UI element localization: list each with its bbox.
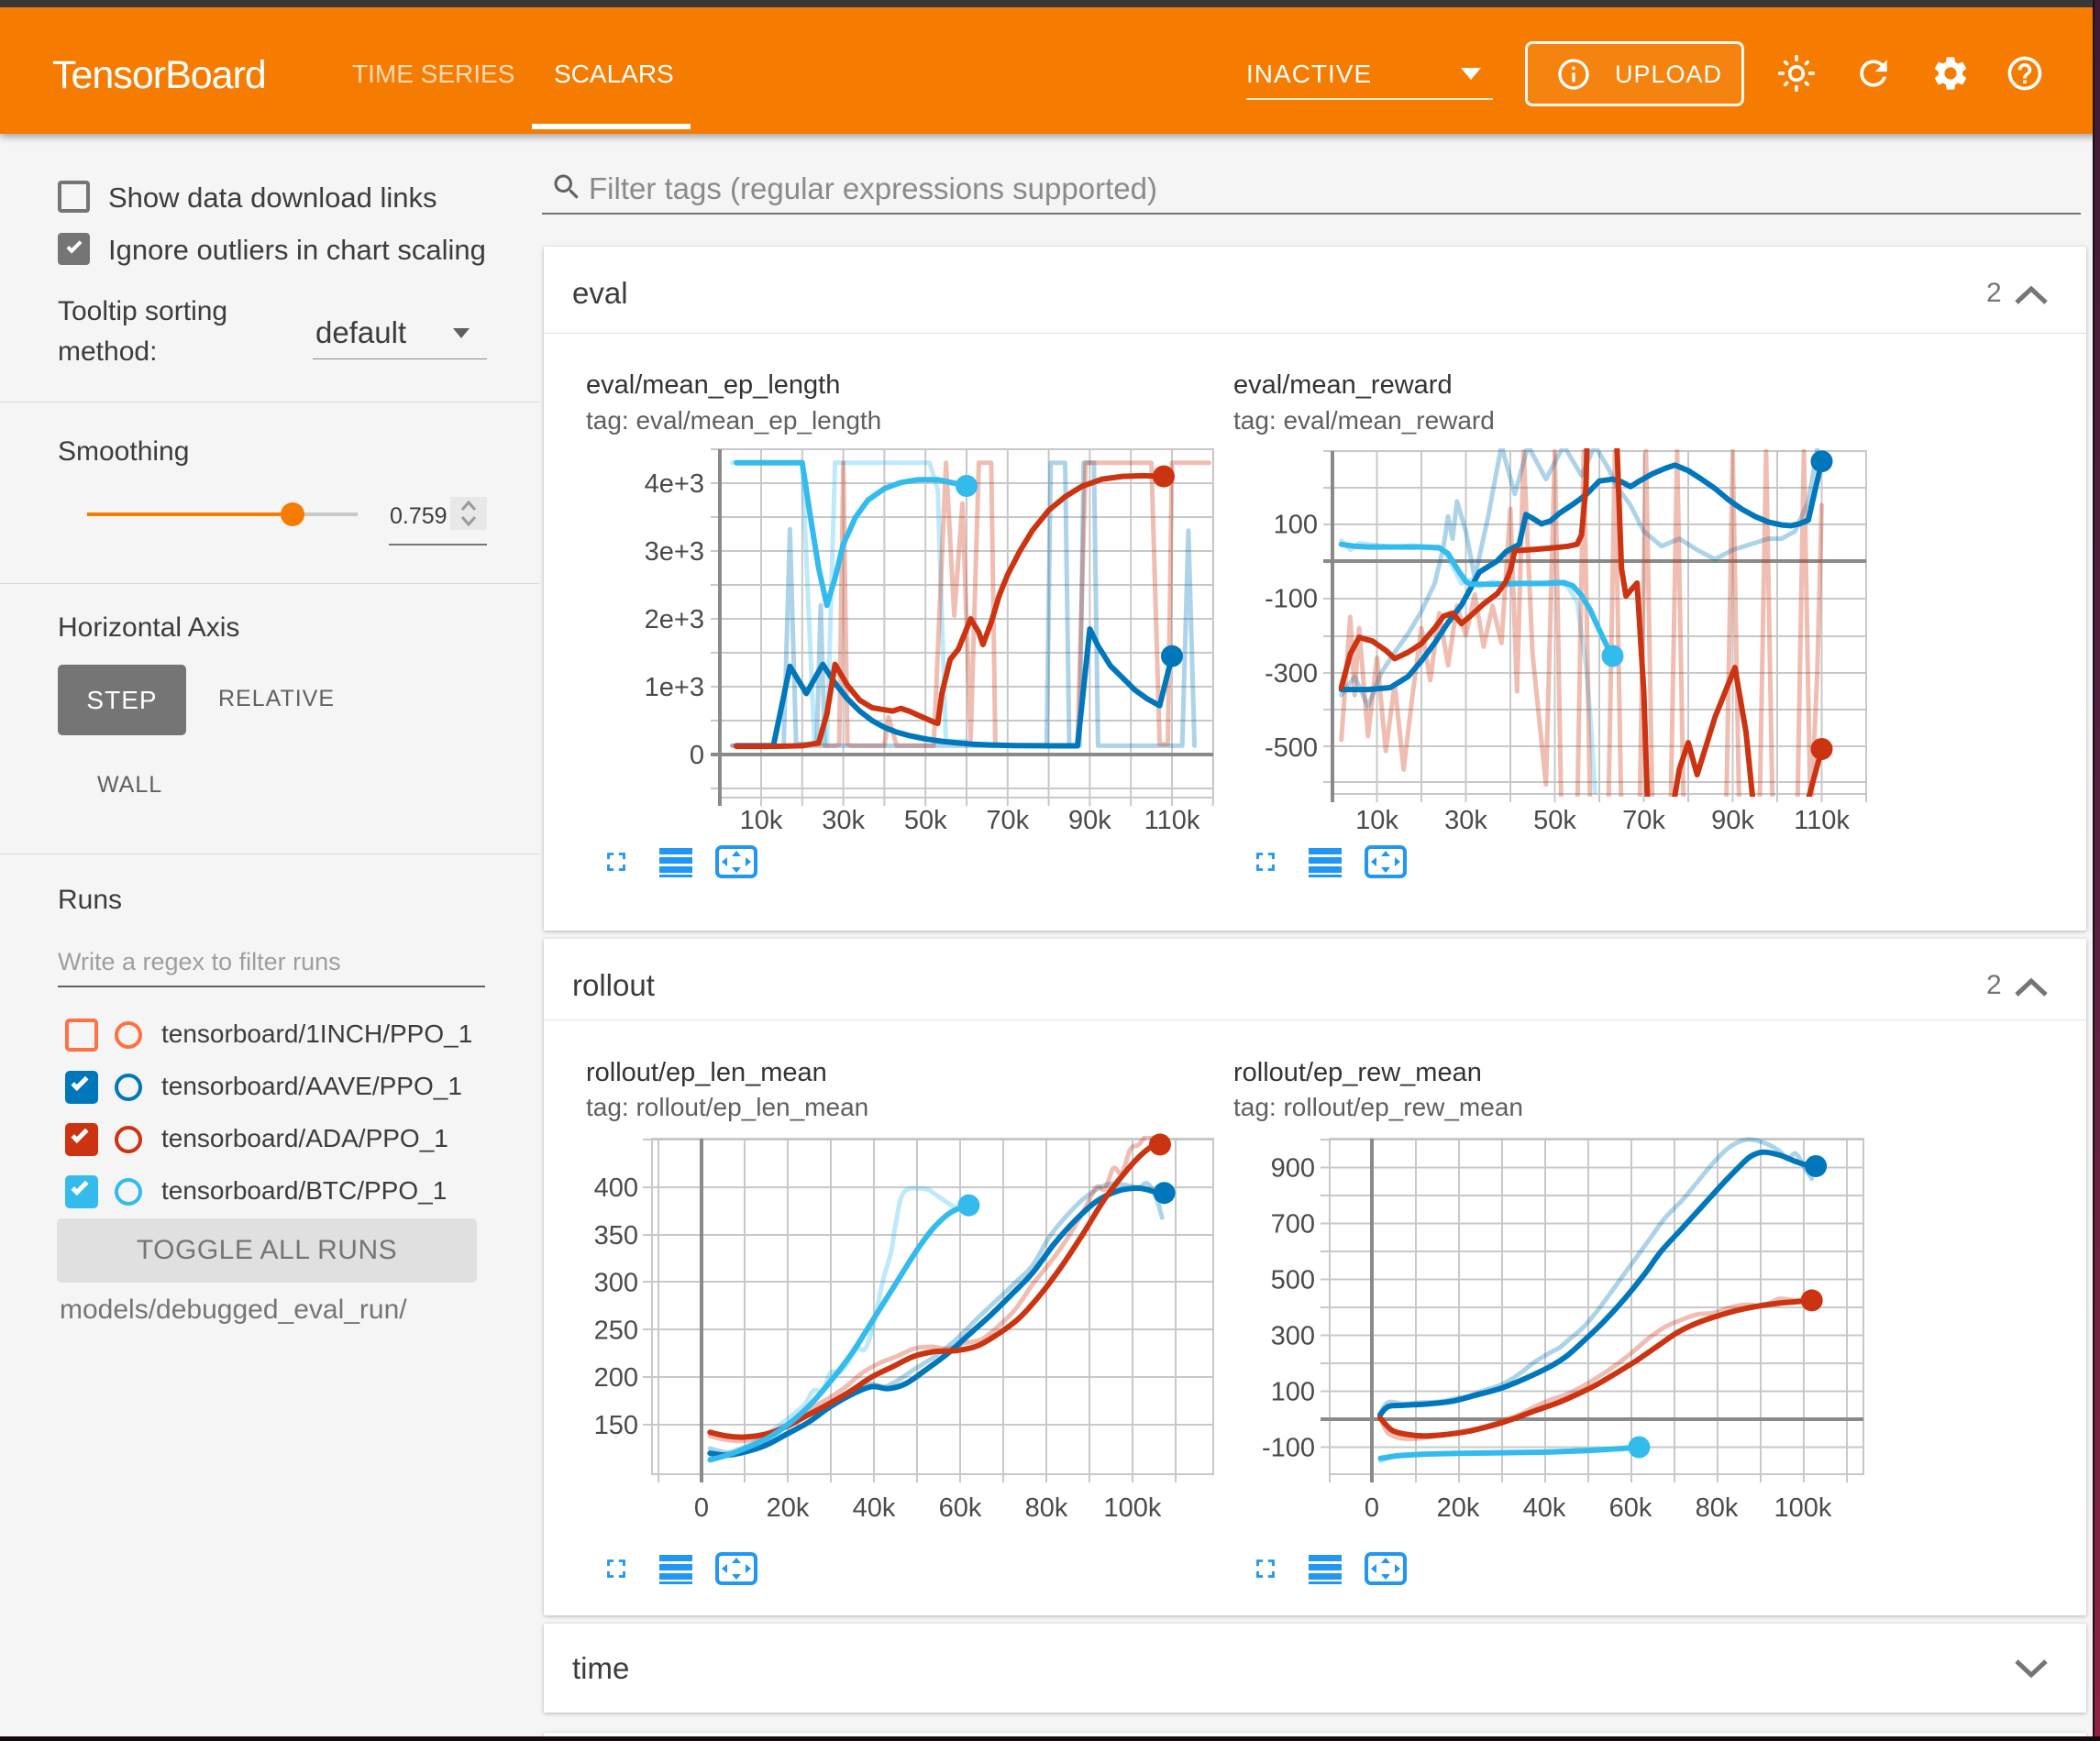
- svg-text:-500: -500: [1265, 733, 1318, 763]
- svg-text:300: 300: [594, 1269, 638, 1298]
- svg-text:200: 200: [594, 1363, 638, 1393]
- svg-text:50k: 50k: [904, 806, 947, 835]
- svg-text:110k: 110k: [1794, 806, 1850, 835]
- svg-text:100k: 100k: [1774, 1493, 1832, 1523]
- svg-text:90k: 90k: [1711, 806, 1754, 835]
- svg-text:10k: 10k: [740, 806, 783, 835]
- svg-text:0: 0: [690, 741, 704, 770]
- svg-text:250: 250: [594, 1316, 638, 1345]
- svg-text:110k: 110k: [1144, 806, 1200, 835]
- svg-text:50k: 50k: [1533, 806, 1576, 835]
- svg-text:0: 0: [1365, 1493, 1379, 1523]
- svg-text:900: 900: [1271, 1154, 1315, 1184]
- svg-text:20k: 20k: [767, 1493, 810, 1523]
- svg-text:30k: 30k: [822, 806, 865, 835]
- svg-text:150: 150: [594, 1411, 638, 1440]
- svg-text:300: 300: [1271, 1322, 1315, 1351]
- svg-text:70k: 70k: [986, 806, 1029, 835]
- svg-text:350: 350: [594, 1221, 638, 1251]
- svg-text:400: 400: [594, 1174, 638, 1203]
- svg-text:-300: -300: [1265, 659, 1318, 689]
- svg-text:2e+3: 2e+3: [645, 605, 704, 634]
- svg-text:3e+3: 3e+3: [645, 537, 704, 567]
- svg-text:-100: -100: [1262, 1434, 1315, 1463]
- svg-text:1e+3: 1e+3: [645, 673, 704, 702]
- svg-text:80k: 80k: [1025, 1493, 1068, 1523]
- svg-text:60k: 60k: [1609, 1493, 1652, 1523]
- svg-text:4e+3: 4e+3: [645, 469, 704, 499]
- svg-text:100: 100: [1274, 510, 1318, 539]
- svg-text:40k: 40k: [853, 1493, 896, 1523]
- svg-text:80k: 80k: [1696, 1493, 1739, 1523]
- svg-text:30k: 30k: [1444, 806, 1487, 835]
- svg-text:0: 0: [694, 1493, 709, 1523]
- svg-text:60k: 60k: [939, 1493, 982, 1523]
- svg-text:100: 100: [1271, 1378, 1315, 1407]
- svg-text:700: 700: [1271, 1210, 1315, 1240]
- svg-text:20k: 20k: [1437, 1493, 1480, 1523]
- svg-text:70k: 70k: [1622, 806, 1665, 835]
- svg-text:-100: -100: [1265, 585, 1318, 614]
- svg-text:40k: 40k: [1523, 1493, 1566, 1523]
- svg-text:100k: 100k: [1104, 1493, 1162, 1523]
- svg-text:500: 500: [1271, 1266, 1315, 1295]
- svg-text:90k: 90k: [1068, 806, 1111, 835]
- svg-text:10k: 10k: [1355, 806, 1398, 835]
